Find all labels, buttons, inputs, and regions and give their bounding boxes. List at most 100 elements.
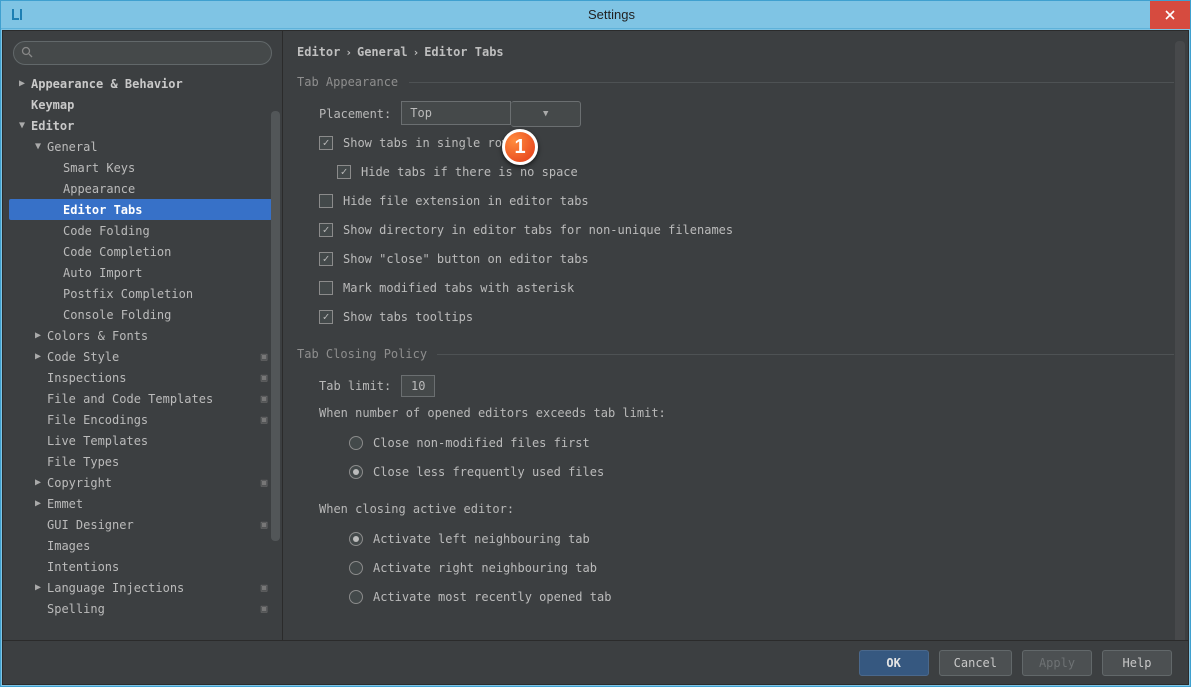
checkbox-label: Mark modified tabs with asterisk — [343, 281, 574, 295]
sidebar-item-label: Appearance — [61, 182, 272, 196]
sidebar-item-postfix-completion[interactable]: Postfix Completion — [9, 283, 272, 304]
sidebar-item-emmet[interactable]: ▶Emmet — [9, 493, 272, 514]
radio[interactable] — [349, 590, 363, 604]
sidebar-item-live-templates[interactable]: Live Templates — [9, 430, 272, 451]
sidebar-item-label: File and Code Templates — [45, 392, 256, 406]
sidebar-item-inspections[interactable]: Inspections▣ — [9, 367, 272, 388]
radio-label: Activate most recently opened tab — [373, 590, 611, 604]
chevron-down-icon[interactable]: ▼ — [511, 101, 581, 127]
radio[interactable] — [349, 436, 363, 450]
tree-arrow-icon: ▶ — [31, 582, 45, 593]
sidebar-item-label: Inspections — [45, 371, 256, 385]
sidebar-item-gui-designer[interactable]: GUI Designer▣ — [9, 514, 272, 535]
sidebar-item-general[interactable]: ▼General — [9, 136, 272, 157]
project-scope-icon: ▣ — [256, 518, 272, 531]
sidebar-item-label: Copyright — [45, 476, 256, 490]
callout-marker-1: 1 — [502, 129, 538, 165]
sidebar-item-file-and-code-templates[interactable]: File and Code Templates▣ — [9, 388, 272, 409]
checkbox-label: Show tabs tooltips — [343, 310, 473, 324]
sidebar-item-label: Editor Tabs — [61, 203, 272, 217]
sidebar-item-appearance-behavior[interactable]: ▶Appearance & Behavior — [9, 73, 272, 94]
checkbox-label: Show "close" button on editor tabs — [343, 252, 589, 266]
section-tab-closing-policy: Tab Closing Policy — [297, 345, 1174, 371]
help-button[interactable]: Help — [1102, 650, 1172, 676]
sidebar-item-code-folding[interactable]: Code Folding — [9, 220, 272, 241]
sidebar-item-code-style[interactable]: ▶Code Style▣ — [9, 346, 272, 367]
tree-arrow-icon: ▶ — [31, 351, 45, 362]
tab-limit-label: Tab limit: — [319, 379, 401, 393]
close-window-button[interactable] — [1150, 1, 1190, 29]
apply-button[interactable]: Apply — [1022, 650, 1092, 676]
project-scope-icon: ▣ — [256, 392, 272, 405]
sidebar-item-editor[interactable]: ▼Editor — [9, 115, 272, 136]
checkbox[interactable] — [319, 136, 333, 150]
ok-button[interactable]: OK — [859, 650, 929, 676]
sidebar-item-label: File Types — [45, 455, 272, 469]
sidebar-item-images[interactable]: Images — [9, 535, 272, 556]
titlebar: Settings — [1, 1, 1190, 29]
sidebar-item-label: Code Style — [45, 350, 256, 364]
window-title: Settings — [33, 7, 1190, 22]
sidebar-item-console-folding[interactable]: Console Folding — [9, 304, 272, 325]
sidebar-item-label: File Encodings — [45, 413, 256, 427]
sidebar-item-appearance[interactable]: Appearance — [9, 178, 272, 199]
sidebar-item-copyright[interactable]: ▶Copyright▣ — [9, 472, 272, 493]
radio[interactable] — [349, 561, 363, 575]
sidebar-item-editor-tabs[interactable]: Editor Tabs — [9, 199, 272, 220]
settings-main-panel: Editor›General›Editor Tabs Tab Appearanc… — [283, 31, 1188, 640]
tab-limit-input[interactable] — [401, 375, 435, 397]
placement-value[interactable] — [401, 101, 511, 125]
section-tab-appearance: Tab Appearance — [297, 73, 1174, 99]
project-scope-icon: ▣ — [256, 371, 272, 384]
checkbox[interactable] — [319, 252, 333, 266]
sidebar-item-label: Keymap — [29, 98, 272, 112]
close-heading: When closing active editor: — [319, 496, 1174, 524]
radio-label: Close non-modified files first — [373, 436, 590, 450]
checkbox[interactable] — [319, 194, 333, 208]
placement-select[interactable]: ▼ — [401, 101, 581, 127]
search-icon — [21, 46, 33, 61]
tree-arrow-icon: ▼ — [15, 120, 29, 131]
project-scope-icon: ▣ — [256, 602, 272, 615]
settings-tree[interactable]: ▶Appearance & BehaviorKeymap▼Editor▼Gene… — [9, 73, 282, 634]
sidebar-item-intentions[interactable]: Intentions — [9, 556, 272, 577]
tree-arrow-icon: ▶ — [15, 78, 29, 89]
sidebar-item-auto-import[interactable]: Auto Import — [9, 262, 272, 283]
sidebar-item-smart-keys[interactable]: Smart Keys — [9, 157, 272, 178]
sidebar-item-code-completion[interactable]: Code Completion — [9, 241, 272, 262]
radio[interactable] — [349, 532, 363, 546]
sidebar-item-label: Smart Keys — [61, 161, 272, 175]
sidebar-item-language-injections[interactable]: ▶Language Injections▣ — [9, 577, 272, 598]
sidebar-scrollbar[interactable] — [271, 111, 280, 541]
search-input[interactable] — [13, 41, 272, 65]
checkbox[interactable] — [319, 223, 333, 237]
sidebar-item-label: Images — [45, 539, 272, 553]
sidebar-item-keymap[interactable]: Keymap — [9, 94, 272, 115]
radio[interactable] — [349, 465, 363, 479]
app-icon — [9, 7, 25, 23]
radio-label: Activate right neighbouring tab — [373, 561, 597, 575]
sidebar-item-label: General — [45, 140, 272, 154]
sidebar-item-colors-fonts[interactable]: ▶Colors & Fonts — [9, 325, 272, 346]
checkbox-label: Hide file extension in editor tabs — [343, 194, 589, 208]
sidebar-item-label: Console Folding — [61, 308, 272, 322]
tree-arrow-icon: ▶ — [31, 477, 45, 488]
sidebar-item-file-encodings[interactable]: File Encodings▣ — [9, 409, 272, 430]
checkbox[interactable] — [337, 165, 351, 179]
sidebar-item-label: Intentions — [45, 560, 272, 574]
checkbox-label: Hide tabs if there is no space — [361, 165, 578, 179]
sidebar-item-label: Appearance & Behavior — [29, 77, 272, 91]
radio-label: Activate left neighbouring tab — [373, 532, 590, 546]
sidebar-item-label: Code Completion — [61, 245, 272, 259]
checkbox[interactable] — [319, 310, 333, 324]
cancel-button[interactable]: Cancel — [939, 650, 1012, 676]
sidebar-item-label: Language Injections — [45, 581, 256, 595]
checkbox[interactable] — [319, 281, 333, 295]
project-scope-icon: ▣ — [256, 413, 272, 426]
main-scrollbar[interactable] — [1175, 41, 1185, 640]
project-scope-icon: ▣ — [256, 581, 272, 594]
sidebar-item-spelling[interactable]: Spelling▣ — [9, 598, 272, 619]
settings-sidebar: ▶Appearance & BehaviorKeymap▼Editor▼Gene… — [3, 31, 283, 640]
sidebar-item-file-types[interactable]: File Types — [9, 451, 272, 472]
tree-arrow-icon: ▼ — [31, 141, 45, 152]
